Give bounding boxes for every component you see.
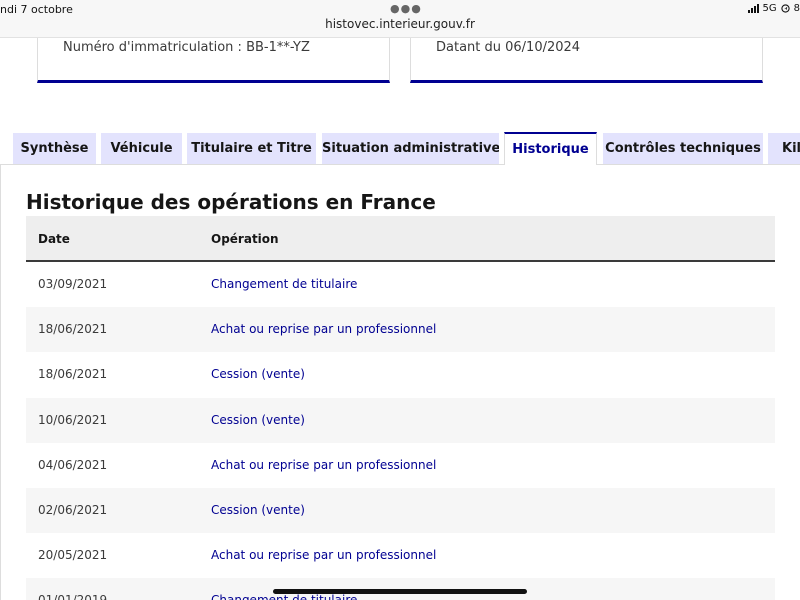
history-table: Date Opération 03/09/2021 Changement de … <box>26 216 775 600</box>
report-date: Datant du 06/10/2024 <box>436 40 581 55</box>
tab-synthese[interactable]: Synthèse <box>13 133 96 164</box>
tab-vehicule[interactable]: Véhicule <box>101 133 182 164</box>
row-date: 18/06/2021 <box>38 367 108 382</box>
signal-icon <box>747 4 759 13</box>
table-row: 18/06/2021 Cession (vente) <box>26 352 775 398</box>
location-icon <box>780 4 790 13</box>
table-row: 02/06/2021 Cession (vente) <box>26 487 775 534</box>
row-operation: Cession (vente) <box>211 502 305 517</box>
tab-titulaire-et-titre[interactable]: Titulaire et Titre <box>187 133 316 164</box>
row-operation: Changement de titulaire <box>211 277 358 291</box>
row-date: 01/01/2019 <box>38 578 107 600</box>
column-header-date: Date <box>38 232 70 246</box>
url-bar[interactable]: histovec.interieur.gouv.fr <box>0 17 800 31</box>
section-title: Historique des opérations en France <box>26 190 436 214</box>
tab-kilometrage[interactable]: Kilo <box>768 133 800 164</box>
row-date: 10/06/2021 <box>38 412 108 427</box>
table-row: 10/06/2021 Cession (vente) <box>26 397 775 443</box>
row-operation: Cession (vente) <box>211 412 305 427</box>
tab-situation-administrative[interactable]: Situation administrative <box>322 133 499 164</box>
table-row: 04/06/2021 Achat ou reprise par un profe… <box>26 442 775 488</box>
row-date: 02/06/2021 <box>38 502 108 517</box>
more-dots-icon[interactable]: ●●● <box>390 2 422 15</box>
report-date-card: Datant du 06/10/2024 <box>410 38 763 83</box>
page: ndi 7 octobre ●●● histovec.interieur.gou… <box>0 0 800 600</box>
registration-card: Numéro d'immatriculation : BB-1**-YZ <box>37 38 390 83</box>
row-operation: Achat ou reprise par un professionnel <box>211 457 437 472</box>
row-date: 20/05/2021 <box>38 548 108 563</box>
battery-label: 8 <box>793 3 800 14</box>
status-date: ndi 7 octobre <box>0 3 73 16</box>
browser-status-bar: ndi 7 octobre ●●● histovec.interieur.gou… <box>0 0 800 38</box>
tab-historique[interactable]: Historique <box>504 132 597 165</box>
row-operation: Cession (vente) <box>211 367 305 382</box>
column-header-operation: Opération <box>211 232 279 246</box>
home-indicator[interactable] <box>273 589 527 594</box>
table-row: 18/06/2021 Achat ou reprise par un profe… <box>26 307 775 353</box>
network-label: 5G <box>762 3 777 14</box>
registration-number: Numéro d'immatriculation : BB-1**-YZ <box>63 40 310 55</box>
tab-controles-techniques[interactable]: Contrôles techniques <box>603 133 763 164</box>
status-indicators: 5G 8 <box>747 3 800 14</box>
table-body: 03/09/2021 Changement de titulaire 18/06… <box>26 262 775 600</box>
row-date: 04/06/2021 <box>38 457 108 472</box>
row-date: 03/09/2021 <box>38 277 108 291</box>
table-row: 03/09/2021 Changement de titulaire <box>26 262 775 308</box>
row-date: 18/06/2021 <box>38 322 108 337</box>
table-header: Date Opération <box>26 216 775 262</box>
table-row: 20/05/2021 Achat ou reprise par un profe… <box>26 533 775 579</box>
row-operation: Achat ou reprise par un professionnel <box>211 548 437 563</box>
row-operation: Achat ou reprise par un professionnel <box>211 322 437 337</box>
tab-list: Synthèse Véhicule Titulaire et Titre Sit… <box>0 132 800 165</box>
